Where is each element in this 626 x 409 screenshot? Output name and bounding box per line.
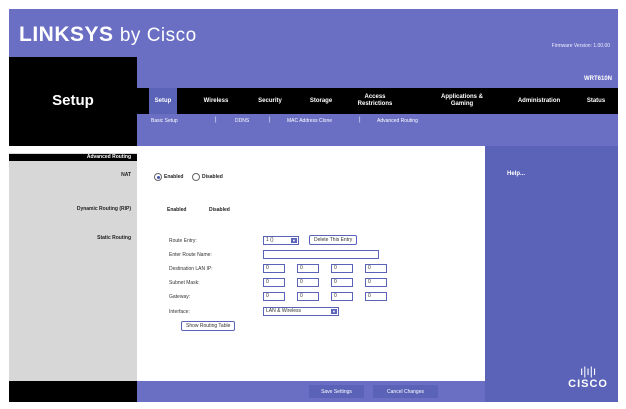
subtab-mac-address-clone[interactable]: MAC Address Clone (287, 118, 332, 124)
cisco-logo: ı|ı|ı CISCO (568, 364, 608, 390)
gateway-label: Gateway: (169, 294, 191, 300)
interface-label: Interface: (169, 309, 190, 315)
route-entry-select[interactable]: 1 () ▼ (263, 236, 299, 245)
tab-status[interactable]: Status (581, 88, 611, 114)
subtab-basic-setup[interactable]: Basic Setup (151, 118, 178, 124)
tab-applications-gaming[interactable]: Applications & Gaming (433, 88, 491, 114)
cancel-changes-button[interactable]: Cancel Changes (373, 385, 438, 398)
subnet-octet-2[interactable]: 0 (297, 278, 319, 287)
destination-ip-octet-2[interactable]: 0 (297, 264, 319, 273)
header: LINKSYS by Cisco Firmware Version: 1.00.… (9, 9, 618, 57)
destination-ip-octet-1[interactable]: 0 (263, 264, 285, 273)
content-area: Enabled Disabled Enabled Disabled Route … (137, 146, 485, 381)
left-divider (9, 146, 137, 153)
subnet-octet-4[interactable]: 0 (365, 278, 387, 287)
rip-enabled-label[interactable]: Enabled (167, 207, 186, 213)
tab-setup[interactable]: Setup (149, 88, 177, 114)
section-title: Setup (52, 92, 94, 109)
tab-access-restrictions[interactable]: Access Restrictions (351, 88, 399, 114)
gateway-octet-3[interactable]: 0 (331, 292, 353, 301)
tab-administration[interactable]: Administration (509, 88, 569, 114)
nat-enabled-label: Enabled (164, 174, 184, 180)
show-routing-table-button[interactable]: Show Routing Table (181, 321, 236, 331)
left-label-panel (9, 153, 137, 381)
cisco-bars-icon: ı|ı|ı (579, 364, 597, 378)
gateway-octet-1[interactable]: 0 (263, 292, 285, 301)
subnav-separator: | (359, 117, 361, 123)
cisco-wordmark: CISCO (568, 378, 608, 390)
subtab-ddns[interactable]: DDNS (235, 118, 249, 124)
advanced-routing-label: Advanced Routing (86, 154, 131, 160)
nat-disabled-radio[interactable] (192, 173, 200, 181)
subnav-separator: | (215, 117, 217, 123)
delete-entry-button[interactable]: Delete This Entry (309, 235, 358, 245)
tab-storage[interactable]: Storage (305, 88, 337, 114)
brand-suffix: by Cisco (119, 25, 197, 46)
route-entry-label: Route Entry: (169, 238, 197, 244)
help-link[interactable]: Help... (507, 171, 525, 177)
subnet-octet-1[interactable]: 0 (263, 278, 285, 287)
brand-name: LINKSYS (19, 23, 114, 46)
subnet-mask-label: Subnet Mask: (169, 280, 200, 286)
left-footer (9, 381, 137, 402)
subnet-octet-3[interactable]: 0 (331, 278, 353, 287)
model-name: WRT610N (583, 76, 612, 82)
destination-ip-octet-3[interactable]: 0 (331, 264, 353, 273)
subtab-advanced-routing[interactable]: Advanced Routing (377, 118, 418, 124)
product-bar: WRT610N (137, 57, 618, 88)
save-settings-button[interactable]: Save Settings (309, 385, 364, 398)
firmware-version: Firmware Version: 1.00.00 (551, 43, 610, 49)
tab-wireless[interactable]: Wireless (199, 88, 233, 114)
route-name-label: Enter Route Name: (169, 252, 212, 258)
nat-enabled-radio[interactable] (154, 173, 162, 181)
sub-nav: Basic Setup | DDNS | MAC Address Clone |… (137, 114, 618, 130)
rip-disabled-label[interactable]: Disabled (209, 207, 230, 213)
footer-bar: Save Settings Cancel Changes (137, 381, 485, 402)
main-nav: Setup Wireless Security Storage Access R… (137, 88, 618, 130)
chevron-down-icon: ▼ (331, 309, 337, 314)
chevron-down-icon: ▼ (291, 238, 297, 243)
destination-ip-label: Destination LAN IP: (169, 266, 213, 272)
subnav-separator: | (269, 117, 271, 123)
help-panel: Help... ı|ı|ı CISCO (485, 146, 618, 402)
gateway-octet-2[interactable]: 0 (297, 292, 319, 301)
route-entry-value: 1 () (266, 237, 274, 243)
gateway-octet-4[interactable]: 0 (365, 292, 387, 301)
destination-ip-octet-4[interactable]: 0 (365, 264, 387, 273)
linksys-logo: LINKSYS by Cisco (19, 23, 197, 47)
route-name-input[interactable] (263, 250, 379, 259)
nat-label: NAT (121, 172, 131, 178)
static-routing-label: Static Routing (97, 235, 131, 241)
interface-value: LAN & Wireless (266, 308, 302, 314)
interface-select[interactable]: LAN & Wireless ▼ (263, 307, 339, 316)
nat-disabled-label: Disabled (202, 174, 223, 180)
dynamic-routing-label: Dynamic Routing (RIP) (76, 206, 131, 212)
router-admin-page: LINKSYS by Cisco Firmware Version: 1.00.… (9, 9, 618, 402)
tab-security[interactable]: Security (253, 88, 287, 114)
